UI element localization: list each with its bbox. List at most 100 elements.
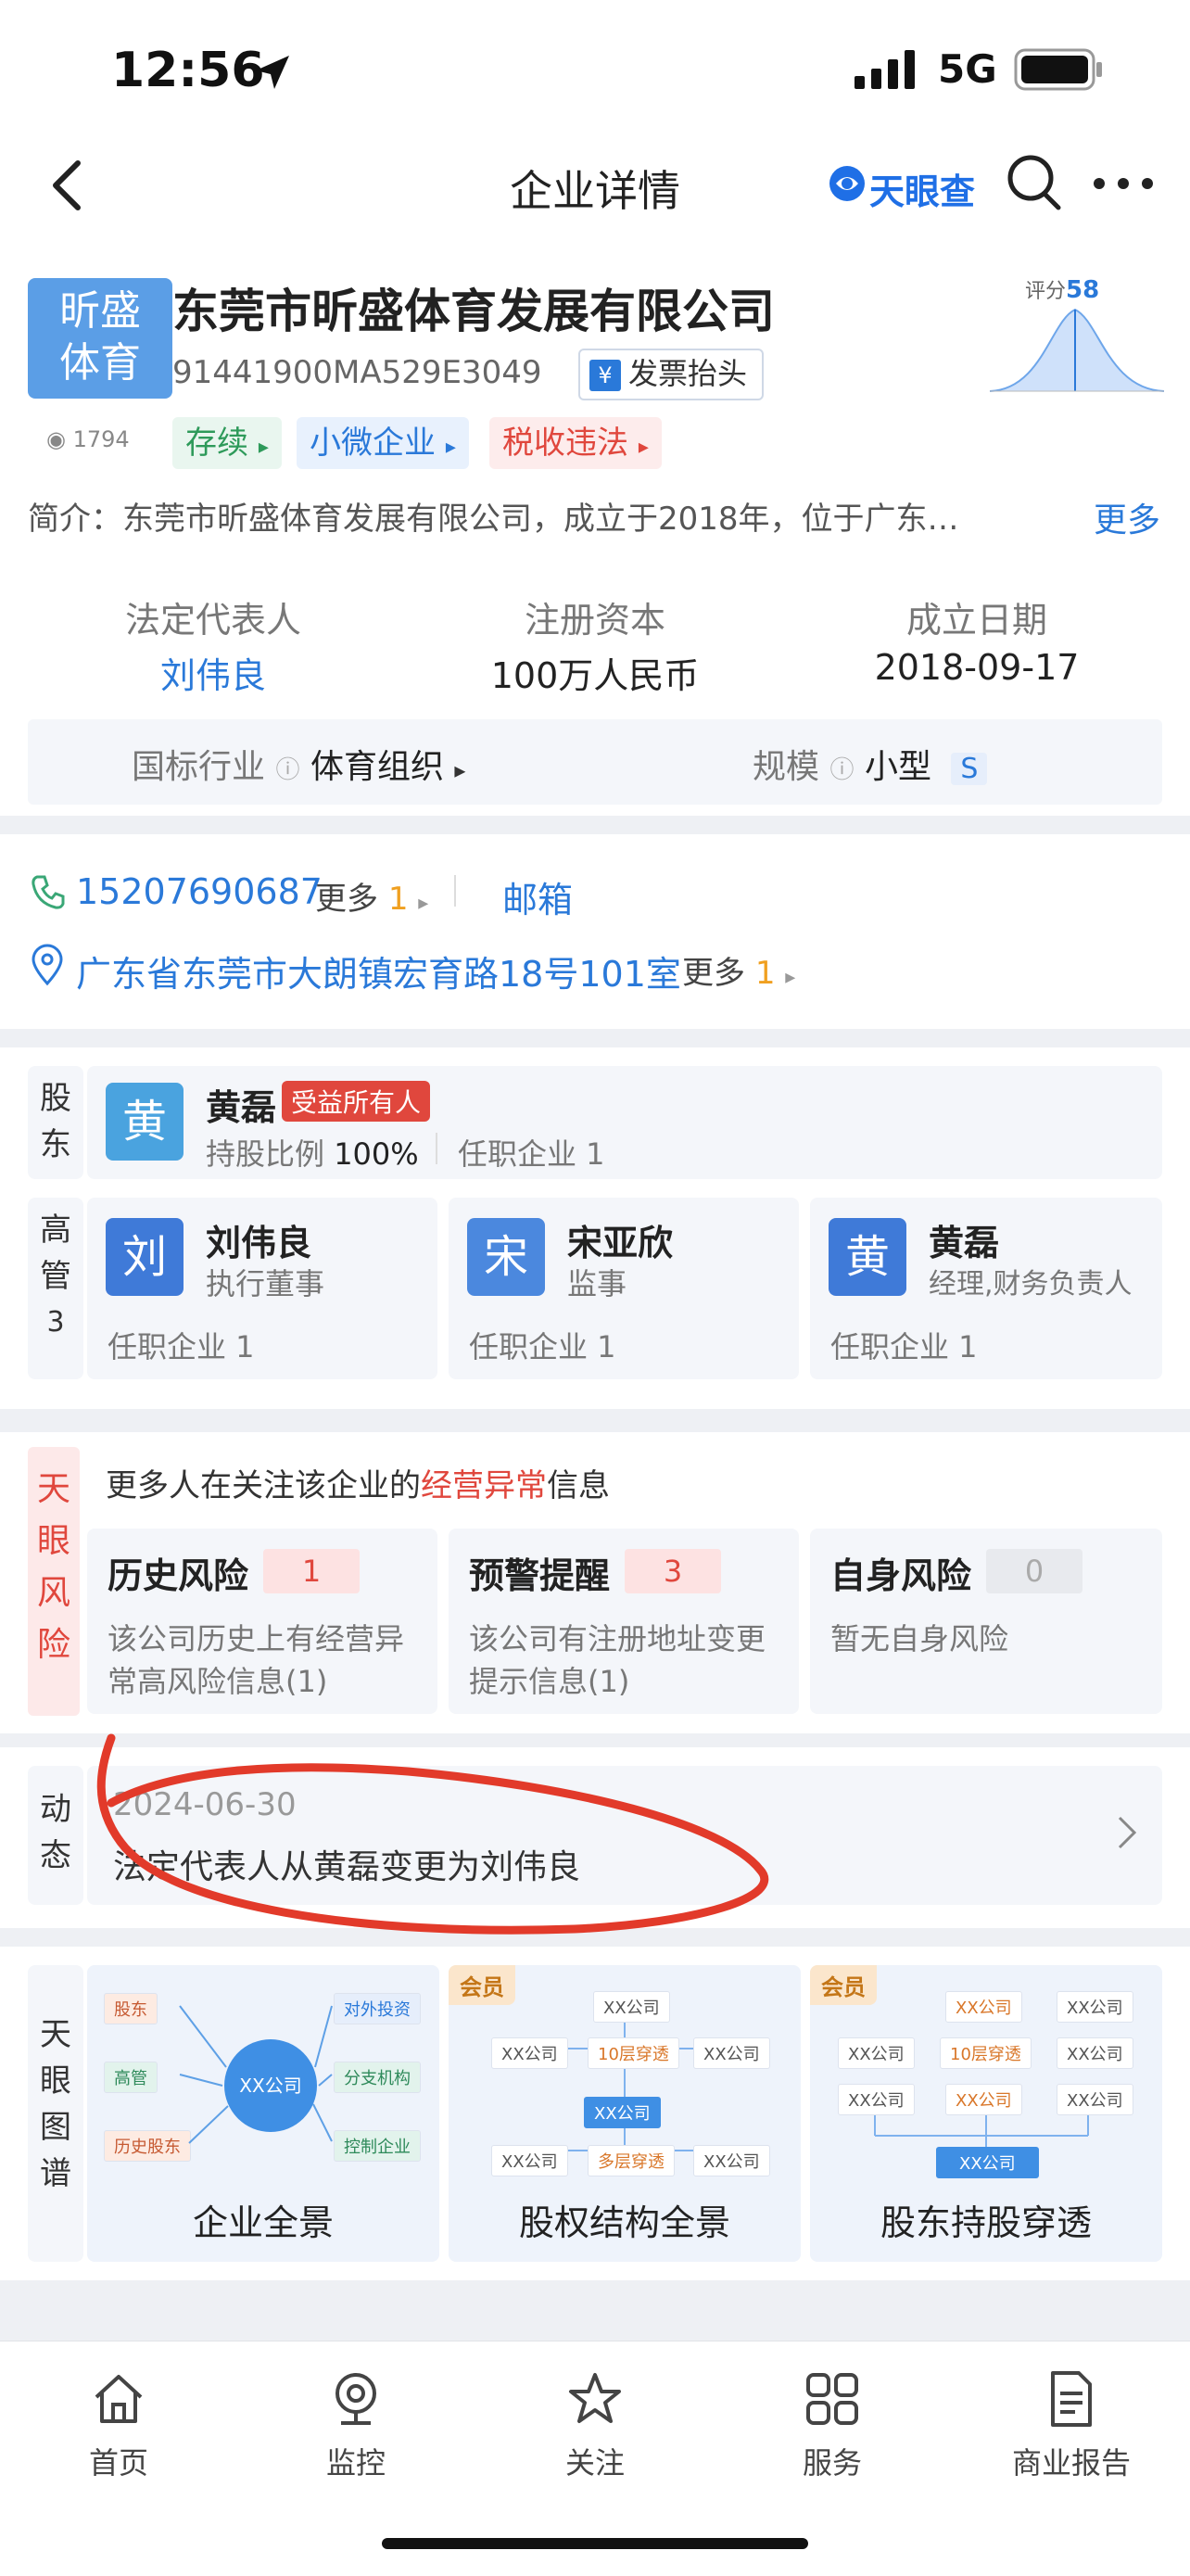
- search-icon[interactable]: [1005, 152, 1064, 213]
- legal-rep-link[interactable]: 刘伟良: [46, 647, 380, 698]
- equity-multi-label: 多层穿透: [588, 2145, 675, 2176]
- pen-layer-label: 10层穿透: [940, 2037, 1032, 2069]
- view-count: ◉ 1794: [46, 426, 130, 452]
- equity-node: XX公司: [593, 1991, 670, 2023]
- pen-node: XX公司: [945, 2084, 1022, 2115]
- people-section: 股东 黄 黄磊 受益所有人 持股比例 100% 任职企业 1 高管 3 刘 刘伟…: [0, 1047, 1190, 1409]
- company-intro: 简介：东莞市昕盛体育发展有限公司，成立于2018年，位于广东…: [28, 501, 959, 538]
- shareholder-name: 黄磊: [206, 1087, 277, 1128]
- executive-count: 3: [46, 1306, 65, 1339]
- home-indicator[interactable]: [382, 2538, 808, 2549]
- executive-card-2[interactable]: 黄 黄磊 经理,财务负责人 任职企业 1: [810, 1198, 1162, 1379]
- risk-headline-em: 经营异常: [421, 1467, 547, 1504]
- legal-rep-label: 法定代表人: [124, 600, 301, 641]
- shareholder-avatar: 黄: [106, 1083, 184, 1161]
- help-icon: ⓘ: [829, 756, 855, 784]
- graph-label: 天眼图谱: [40, 2016, 71, 2192]
- brand-name: 天眼查: [869, 171, 976, 212]
- shareholder-label: 股东: [28, 1066, 83, 1177]
- risk-card-desc2: 提示信息(1): [469, 1664, 630, 1699]
- address-more-link[interactable]: 更多 1 ▸: [682, 947, 795, 993]
- risk-headline-post: 信息: [547, 1467, 610, 1504]
- camera-icon: [335, 2373, 376, 2425]
- shareholder-jobs: 任职企业 1: [458, 1136, 605, 1172]
- industry-scale-row: 国标行业 ⓘ 体育组织 ▸ 规模 ⓘ 小型 S: [28, 719, 1162, 805]
- tag-label: 存续: [185, 425, 248, 462]
- tab-home[interactable]: 首页: [44, 2369, 193, 2482]
- risk-card-self[interactable]: 自身风险 0 暂无自身风险: [810, 1529, 1162, 1714]
- pen-node: XX公司: [1057, 1991, 1133, 2023]
- phone-more-label: 更多: [315, 881, 378, 918]
- grid-icon: [806, 2373, 858, 2425]
- logo-line1: 昕盛: [59, 287, 141, 335]
- graph-card-title: 企业全景: [192, 2202, 334, 2243]
- document-icon: [1051, 2371, 1092, 2427]
- shareholder-card[interactable]: 黄 黄磊 受益所有人 持股比例 100% 任职企业 1: [87, 1066, 1162, 1179]
- executive-role: 经理,财务负责人: [929, 1268, 1133, 1301]
- tab-business-report[interactable]: 商业报告: [997, 2369, 1146, 2482]
- industry-item[interactable]: 国标行业 ⓘ 体育组织 ▸: [132, 740, 465, 788]
- industry-value: 体育组织: [310, 748, 444, 786]
- graph-section: 天眼图谱 股东 高管 历史股东 XX公司 对外投资 分支机构 控制企业 企业全景…: [0, 1947, 1190, 2280]
- graph-card-penetration[interactable]: 会员 XX公司 XX公司 XX公司 10层穿透 XX公司 XX公司 XX公司 X…: [810, 1965, 1162, 2262]
- tab-monitor[interactable]: 监控: [282, 2369, 430, 2482]
- address-link[interactable]: 广东省东莞市大朗镇宏育路18号101室: [76, 945, 681, 996]
- company-card: 昕盛 体育 东莞市昕盛体育发展有限公司 91441900MA529E3049 ¥…: [0, 241, 1190, 816]
- invoice-title-label: 发票抬头: [628, 356, 748, 391]
- divider: [454, 875, 456, 907]
- status-time: 12:56: [111, 43, 265, 98]
- executive-card-0[interactable]: 刘 刘伟良 执行董事 任职企业 1: [87, 1198, 437, 1379]
- address-more-count: 1: [754, 955, 776, 992]
- risk-card-title: 预警提醒: [469, 1555, 611, 1596]
- email-link[interactable]: 邮箱: [502, 871, 573, 922]
- equity-node: XX公司: [491, 2145, 568, 2176]
- status-tag-active[interactable]: 存续 ▸: [172, 417, 282, 469]
- tab-label: 服务: [802, 2445, 862, 2481]
- equity-center-node: XX公司: [584, 2097, 661, 2128]
- more-menu-icon[interactable]: [1090, 174, 1157, 193]
- score-widget[interactable]: 评分58: [986, 274, 1168, 404]
- equity-layer-label: 10层穿透: [588, 2037, 679, 2069]
- graph-card-title: 股东持股穿透: [880, 2202, 1092, 2243]
- risk-card-desc1: 暂无自身风险: [830, 1621, 1009, 1656]
- risk-headline: 更多人在关注该企业的经营异常信息: [106, 1460, 610, 1505]
- tag-label: 小微企业: [310, 425, 436, 462]
- tab-services[interactable]: 服务: [758, 2369, 906, 2482]
- graph-card-title: 股权结构全景: [518, 2202, 730, 2243]
- address-more-label: 更多: [682, 955, 745, 992]
- executive-avatar: 宋: [467, 1218, 545, 1296]
- risk-card-warning[interactable]: 预警提醒 3 该公司有注册地址变更 提示信息(1): [449, 1529, 799, 1714]
- status-tag-tax-violation[interactable]: 税收违法 ▸: [489, 417, 662, 469]
- location-pin-icon: [32, 944, 63, 986]
- divider: [436, 1133, 437, 1164]
- executive-avatar: 刘: [106, 1218, 184, 1296]
- graph-card-equity[interactable]: 会员 XX公司 XX公司 10层穿透 XX公司 XX公司 XX公司 多层穿透 X…: [449, 1965, 801, 2262]
- chevron-right-icon: [1118, 1816, 1137, 1849]
- yuan-icon: ¥: [589, 360, 621, 391]
- phone-more-link[interactable]: 更多 1 ▸: [315, 873, 428, 919]
- phone-more-count: 1: [387, 881, 409, 918]
- tab-label: 监控: [325, 2445, 386, 2481]
- risk-card-title: 自身风险: [830, 1555, 972, 1596]
- phone-icon: [32, 875, 65, 909]
- company-name: 东莞市昕盛体育发展有限公司: [172, 285, 775, 338]
- executive-label: 高管 3: [28, 1198, 83, 1355]
- executive-card-1[interactable]: 宋 宋亚欣 监事 任职企业 1: [449, 1198, 799, 1379]
- risk-card-history[interactable]: 历史风险 1 该公司历史上有经营异 常高风险信息(1): [87, 1529, 437, 1714]
- tianyancha-logo-icon: [829, 166, 865, 201]
- status-tag-small-business[interactable]: 小微企业 ▸: [297, 417, 469, 469]
- pen-node: XX公司: [945, 1991, 1022, 2023]
- tab-label: 首页: [88, 2445, 148, 2481]
- intro-more-link[interactable]: 更多: [1086, 493, 1161, 541]
- executive-jobs: 任职企业 1: [469, 1329, 616, 1364]
- tab-label: 关注: [564, 2445, 625, 2481]
- executive-side-label: 高管 3: [28, 1198, 83, 1379]
- tab-follow[interactable]: 关注: [521, 2369, 669, 2482]
- scale-value: 小型: [864, 748, 931, 786]
- executive-jobs: 任职企业 1: [108, 1329, 255, 1364]
- graph-card-panorama[interactable]: 股东 高管 历史股东 XX公司 对外投资 分支机构 控制企业 企业全景: [87, 1965, 439, 2262]
- invoice-title-button[interactable]: ¥ 发票抬头: [578, 349, 765, 400]
- score-distribution-chart: [989, 308, 1165, 392]
- phone-number-link[interactable]: 15207690687: [76, 871, 323, 912]
- share-ratio: 持股比例 100%: [206, 1131, 419, 1174]
